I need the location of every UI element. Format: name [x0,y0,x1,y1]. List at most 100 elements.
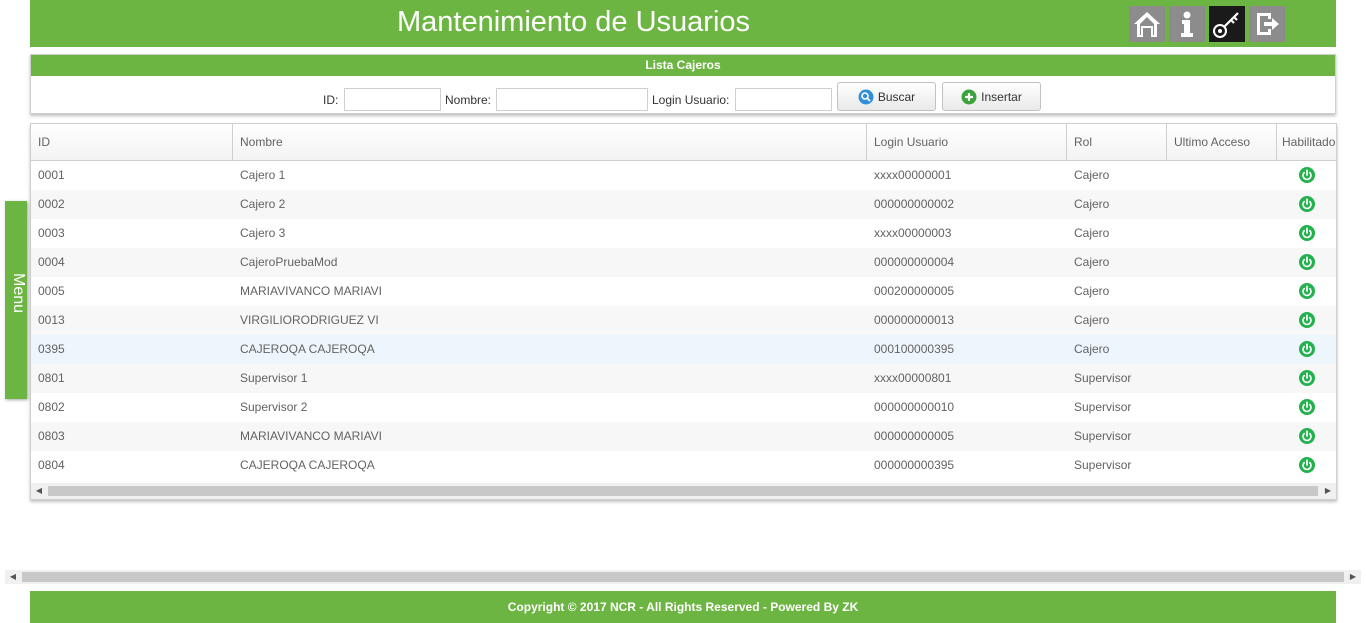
home-button[interactable] [1129,6,1165,42]
column-header-habilitado[interactable]: Habilitado [1277,124,1336,161]
login-input[interactable] [735,88,832,111]
cell-id: 0803 [38,429,65,443]
power-icon[interactable] [1299,457,1315,473]
cell-login: 000000000005 [874,429,955,443]
users-table: ID Nombre Login Usuario Rol Ultimo Acces… [30,123,1337,500]
scroll-right-arrow-icon[interactable]: ▶ [1320,483,1336,499]
search-button[interactable]: Buscar [837,82,936,111]
cell-ultimo-acceso [1167,422,1277,451]
insert-button-label: Insertar [981,89,1022,104]
login-label: Login Usuario: [652,93,730,107]
scroll-left-arrow-icon[interactable]: ◀ [31,483,47,499]
side-menu-label: Menu [10,273,27,314]
cell-ultimo-acceso [1167,393,1277,422]
cell-rol: Supervisor [1074,371,1132,385]
cell-nombre: MARIAVIVANCO MARIAVI [240,429,383,443]
cell-nombre: Cajero 3 [240,226,286,240]
cell-id: 0802 [38,400,65,414]
cell-id: 0003 [38,226,65,240]
cell-ultimo-acceso [1167,161,1277,190]
cell-rol: Cajero [1074,313,1110,327]
cell-rol: Supervisor [1074,458,1132,472]
search-panel: Lista Cajeros ID: Nombre: Login Usuario:… [30,54,1336,114]
nombre-input[interactable] [496,88,648,111]
page-horizontal-scrollbar[interactable]: ◀ ▶ [5,570,1361,584]
page-footer: Copyright © 2017 NCR - All Rights Reserv… [30,591,1336,623]
scrollbar-thumb[interactable] [48,486,1318,496]
cell-login: 000100000395 [874,342,955,356]
page-scroll-right-icon[interactable]: ▶ [1345,569,1361,585]
panel-caption: Lista Cajeros [31,55,1335,76]
table-header: ID Nombre Login Usuario Rol Ultimo Acces… [31,124,1336,161]
power-icon[interactable] [1299,428,1315,444]
side-menu-tab[interactable]: Menu [5,201,27,399]
cell-id: 0005 [38,284,65,298]
cell-ultimo-acceso [1167,277,1277,306]
power-icon[interactable] [1299,399,1315,415]
info-button[interactable] [1169,6,1205,42]
cell-rol: Supervisor [1074,400,1132,414]
cell-login: 000200000005 [874,284,955,298]
cell-id: 0013 [38,313,65,327]
cell-id: 0804 [38,458,65,472]
power-icon[interactable] [1299,196,1315,212]
id-label: ID: [323,93,339,107]
logout-button[interactable] [1249,6,1285,42]
cell-rol: Cajero [1074,255,1110,269]
cell-id: 0004 [38,255,65,269]
table-row[interactable]: 0802 Supervisor 2 000000000010 Supervisor [31,393,1336,422]
power-icon[interactable] [1299,312,1315,328]
power-icon[interactable] [1299,254,1315,270]
column-header-ultimo-acceso[interactable]: Ultimo Acceso [1167,124,1277,161]
power-icon[interactable] [1299,341,1315,357]
insert-button[interactable]: Insertar [942,82,1041,111]
cell-login: 000000000395 [874,458,955,472]
cell-rol: Supervisor [1074,429,1132,443]
cell-ultimo-acceso [1167,451,1277,480]
table-row[interactable]: 0804 CAJEROQA CAJEROQA 000000000395 Supervi… [31,451,1336,480]
cell-nombre: Supervisor 2 [240,400,308,414]
cell-login: 000000000002 [874,197,955,211]
page-scroll-left-icon[interactable]: ◀ [5,569,21,585]
id-input[interactable] [344,88,441,111]
cell-login: xxxx00000001 [874,168,952,182]
key-button[interactable] [1209,6,1245,42]
table-row[interactable]: 0002 Cajero 2 000000000002 Cajero [31,190,1336,219]
power-icon[interactable] [1299,167,1315,183]
column-header-id[interactable]: ID [31,124,233,161]
cell-rol: Cajero [1074,197,1110,211]
cell-nombre: MARIAVIVANCO MARIAVI [240,284,383,298]
table-horizontal-scrollbar[interactable]: ◀ ▶ [31,483,1336,499]
table-row[interactable]: 0013 VIRGILIORODRIGUEZ VI 000000000013 Caje… [31,306,1336,335]
column-header-login[interactable]: Login Usuario [867,124,1067,161]
table-row[interactable]: 0001 Cajero 1 xxxx00000001 Cajero [31,161,1336,190]
table-row[interactable]: 0003 Cajero 3 xxxx00000003 Cajero [31,219,1336,248]
cell-ultimo-acceso [1167,364,1277,393]
search-button-label: Buscar [877,89,916,104]
table-row[interactable]: 0801 Supervisor 1 xxxx00000801 Supervisor [31,364,1336,393]
cell-ultimo-acceso [1167,248,1277,277]
cell-nombre: CAJEROQA CAJEROQA [240,458,375,472]
cell-nombre: CAJEROQA CAJEROQA [240,342,375,356]
cell-login: xxxx00000003 [874,226,952,240]
search-icon [858,89,874,104]
page-scrollbar-thumb[interactable] [22,572,1344,582]
power-icon[interactable] [1299,283,1315,299]
info-icon [1169,6,1205,42]
table-row[interactable]: 0803 MARIAVIVANCO MARIAVI 000000000005 Supe… [31,422,1336,451]
column-header-nombre[interactable]: Nombre [233,124,867,161]
page-header: Mantenimiento de Usuarios [30,0,1336,47]
table-row[interactable]: 0005 MARIAVIVANCO MARIAVI 000200000005 Caje… [31,277,1336,306]
cell-nombre: Cajero 2 [240,197,286,211]
power-icon[interactable] [1299,370,1315,386]
power-icon[interactable] [1299,225,1315,241]
table-row[interactable]: 0004 CajeroPruebaMod 000000000004 Cajero [31,248,1336,277]
page-title: Mantenimiento de Usuarios [397,6,751,38]
cell-login: 000000000004 [874,255,955,269]
column-header-rol[interactable]: Rol [1067,124,1167,161]
cell-nombre: Supervisor 1 [240,371,308,385]
cell-nombre: Cajero 1 [240,168,286,182]
cell-nombre: VIRGILIORODRIGUEZ VI [240,313,379,327]
cell-rol: Cajero [1074,284,1110,298]
table-row[interactable]: 0395 CAJEROQA CAJEROQA 000100000395 Cajero [31,335,1336,364]
